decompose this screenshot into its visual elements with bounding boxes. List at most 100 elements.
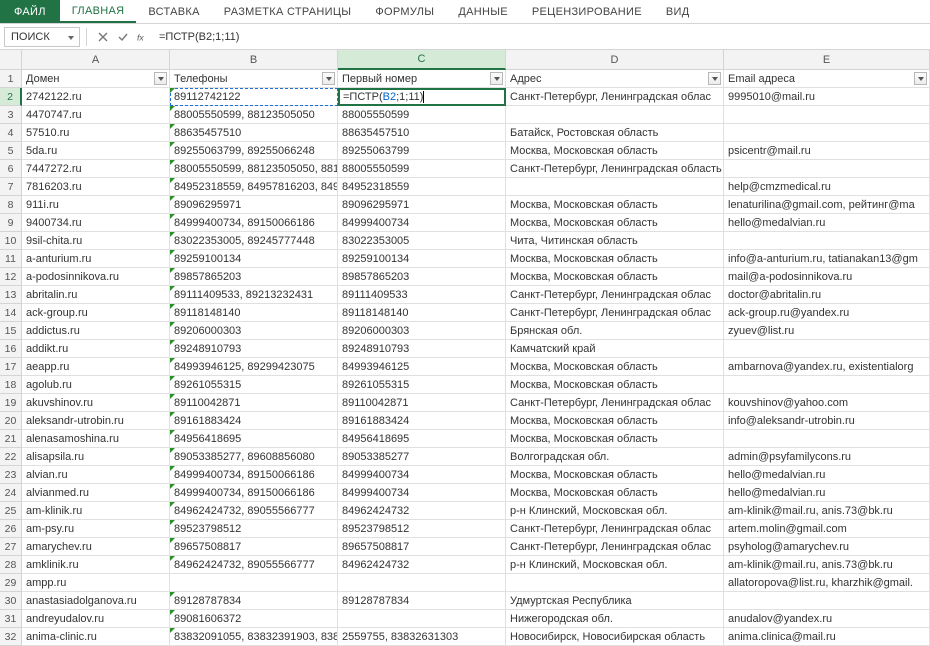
cell[interactable]: 89118148140 bbox=[338, 304, 506, 322]
cell[interactable]: 4470747.ru bbox=[22, 106, 170, 124]
cell[interactable]: info@aleksandr-utrobin.ru bbox=[724, 412, 930, 430]
row-header[interactable]: 31 bbox=[0, 610, 22, 628]
row-header[interactable]: 7 bbox=[0, 178, 22, 196]
cell[interactable]: Москва, Московская область bbox=[506, 214, 724, 232]
name-box[interactable]: ПОИСК bbox=[4, 27, 80, 47]
cell[interactable]: 84999400734, 89150066186 bbox=[170, 466, 338, 484]
cell[interactable] bbox=[724, 340, 930, 358]
row-header[interactable]: 29 bbox=[0, 574, 22, 592]
header-cell[interactable]: Адрес bbox=[506, 70, 724, 88]
row-header[interactable]: 5 bbox=[0, 142, 22, 160]
cell[interactable]: 83022353005, 89245777448 bbox=[170, 232, 338, 250]
row-header[interactable]: 16 bbox=[0, 340, 22, 358]
cell[interactable] bbox=[724, 160, 930, 178]
cell[interactable] bbox=[724, 124, 930, 142]
row-header[interactable]: 15 bbox=[0, 322, 22, 340]
cell[interactable]: 84999400734 bbox=[338, 214, 506, 232]
row-header[interactable]: 21 bbox=[0, 430, 22, 448]
row-header[interactable]: 30 bbox=[0, 592, 22, 610]
cell[interactable]: Нижегородская обл. bbox=[506, 610, 724, 628]
cell[interactable]: Волгоградская обл. bbox=[506, 448, 724, 466]
cell[interactable]: 89111409533 bbox=[338, 286, 506, 304]
cell[interactable]: 89261055315 bbox=[338, 376, 506, 394]
tab-formulas[interactable]: ФОРМУЛЫ bbox=[363, 0, 446, 23]
row-header[interactable]: 6 bbox=[0, 160, 22, 178]
cell[interactable]: help@cmzmedical.ru bbox=[724, 178, 930, 196]
cell[interactable] bbox=[170, 574, 338, 592]
cell[interactable]: Чита, Читинская область bbox=[506, 232, 724, 250]
cell[interactable]: Санкт-Петербург, Ленинградская облас bbox=[506, 520, 724, 538]
cell[interactable]: addictus.ru bbox=[22, 322, 170, 340]
cell[interactable]: р-н Клинский, Московская обл. bbox=[506, 502, 724, 520]
cell[interactable]: anudalov@yandex.ru bbox=[724, 610, 930, 628]
cell[interactable]: Санкт-Петербург, Ленинградская облас bbox=[506, 394, 724, 412]
cell[interactable]: 84962424732, 89055566777 bbox=[170, 556, 338, 574]
row-header[interactable]: 9 bbox=[0, 214, 22, 232]
cell[interactable]: Камчатский край bbox=[506, 340, 724, 358]
fx-icon[interactable]: fx bbox=[133, 27, 153, 47]
cell[interactable]: abritalin.ru bbox=[22, 286, 170, 304]
cell[interactable] bbox=[506, 106, 724, 124]
cell[interactable]: 89657508817 bbox=[170, 538, 338, 556]
cell[interactable]: 89081606372 bbox=[170, 610, 338, 628]
cell[interactable] bbox=[338, 574, 506, 592]
cell[interactable]: agolub.ru bbox=[22, 376, 170, 394]
cell[interactable]: 88635457510 bbox=[338, 124, 506, 142]
cell[interactable]: am-klinik@mail.ru, anis.73@bk.ru bbox=[724, 556, 930, 574]
cell[interactable]: 89161883424 bbox=[170, 412, 338, 430]
tab-review[interactable]: РЕЦЕНЗИРОВАНИЕ bbox=[520, 0, 654, 23]
cell[interactable]: 88005550599, 88123505050, 8812 bbox=[170, 160, 338, 178]
row-header[interactable]: 13 bbox=[0, 286, 22, 304]
cell[interactable]: 84956418695 bbox=[338, 430, 506, 448]
cell[interactable]: 89259100134 bbox=[170, 250, 338, 268]
cell[interactable]: 84993946125, 89299423075 bbox=[170, 358, 338, 376]
filter-icon[interactable] bbox=[708, 72, 721, 85]
cell[interactable]: 89206000303 bbox=[170, 322, 338, 340]
header-cell[interactable]: Телефоны bbox=[170, 70, 338, 88]
cell[interactable]: 89857865203 bbox=[338, 268, 506, 286]
cell[interactable]: zyuev@list.ru bbox=[724, 322, 930, 340]
cell[interactable]: amklinik.ru bbox=[22, 556, 170, 574]
cell[interactable]: 84956418695 bbox=[170, 430, 338, 448]
cell[interactable]: 84999400734 bbox=[338, 484, 506, 502]
cell[interactable]: 57510.ru bbox=[22, 124, 170, 142]
cell[interactable]: mail@a-podosinnikova.ru bbox=[724, 268, 930, 286]
tab-data[interactable]: ДАННЫЕ bbox=[446, 0, 520, 23]
cell[interactable]: am-klinik@mail.ru, anis.73@bk.ru bbox=[724, 502, 930, 520]
col-header-d[interactable]: D bbox=[506, 50, 724, 69]
row-header[interactable]: 28 bbox=[0, 556, 22, 574]
cell[interactable]: a-podosinnikova.ru bbox=[22, 268, 170, 286]
cell[interactable]: lenaturilina@gmail.com, рейтинг@ma bbox=[724, 196, 930, 214]
cell[interactable]: Москва, Московская область bbox=[506, 358, 724, 376]
cell[interactable]: a-anturium.ru bbox=[22, 250, 170, 268]
cell[interactable]: am-klinik.ru bbox=[22, 502, 170, 520]
cell[interactable]: artem.molin@gmail.com bbox=[724, 520, 930, 538]
tab-file[interactable]: ФАЙЛ bbox=[0, 0, 60, 23]
cell[interactable]: 89053385277 bbox=[338, 448, 506, 466]
row-header[interactable]: 20 bbox=[0, 412, 22, 430]
cell[interactable] bbox=[724, 106, 930, 124]
cell[interactable]: Москва, Московская область bbox=[506, 412, 724, 430]
tab-home[interactable]: ГЛАВНАЯ bbox=[60, 0, 137, 23]
col-header-c[interactable]: C bbox=[338, 50, 506, 70]
filter-icon[interactable] bbox=[914, 72, 927, 85]
tab-page-layout[interactable]: РАЗМЕТКА СТРАНИЦЫ bbox=[212, 0, 364, 23]
cell[interactable]: addikt.ru bbox=[22, 340, 170, 358]
cell[interactable]: 84993946125 bbox=[338, 358, 506, 376]
cell[interactable]: alvian.ru bbox=[22, 466, 170, 484]
cell[interactable]: 89111409533, 89213232431 bbox=[170, 286, 338, 304]
cell[interactable]: 89096295971 bbox=[170, 196, 338, 214]
cell[interactable]: Москва, Московская область bbox=[506, 196, 724, 214]
cell[interactable]: Батайск, Ростовская область bbox=[506, 124, 724, 142]
cell[interactable]: 84952318559, 84957816203, 8499 bbox=[170, 178, 338, 196]
cell[interactable]: 89206000303 bbox=[338, 322, 506, 340]
cell[interactable]: ambarnova@yandex.ru, existentialorg bbox=[724, 358, 930, 376]
cell[interactable]: amarychev.ru bbox=[22, 538, 170, 556]
cell[interactable]: Санкт-Петербург, Ленинградская облас bbox=[506, 538, 724, 556]
cell[interactable]: 89161883424 bbox=[338, 412, 506, 430]
cell[interactable]: 88635457510 bbox=[170, 124, 338, 142]
cell[interactable] bbox=[338, 610, 506, 628]
cell[interactable]: 2742122.ru bbox=[22, 88, 170, 106]
cell[interactable]: alisapsila.ru bbox=[22, 448, 170, 466]
cell[interactable]: aleksandr-utrobin.ru bbox=[22, 412, 170, 430]
